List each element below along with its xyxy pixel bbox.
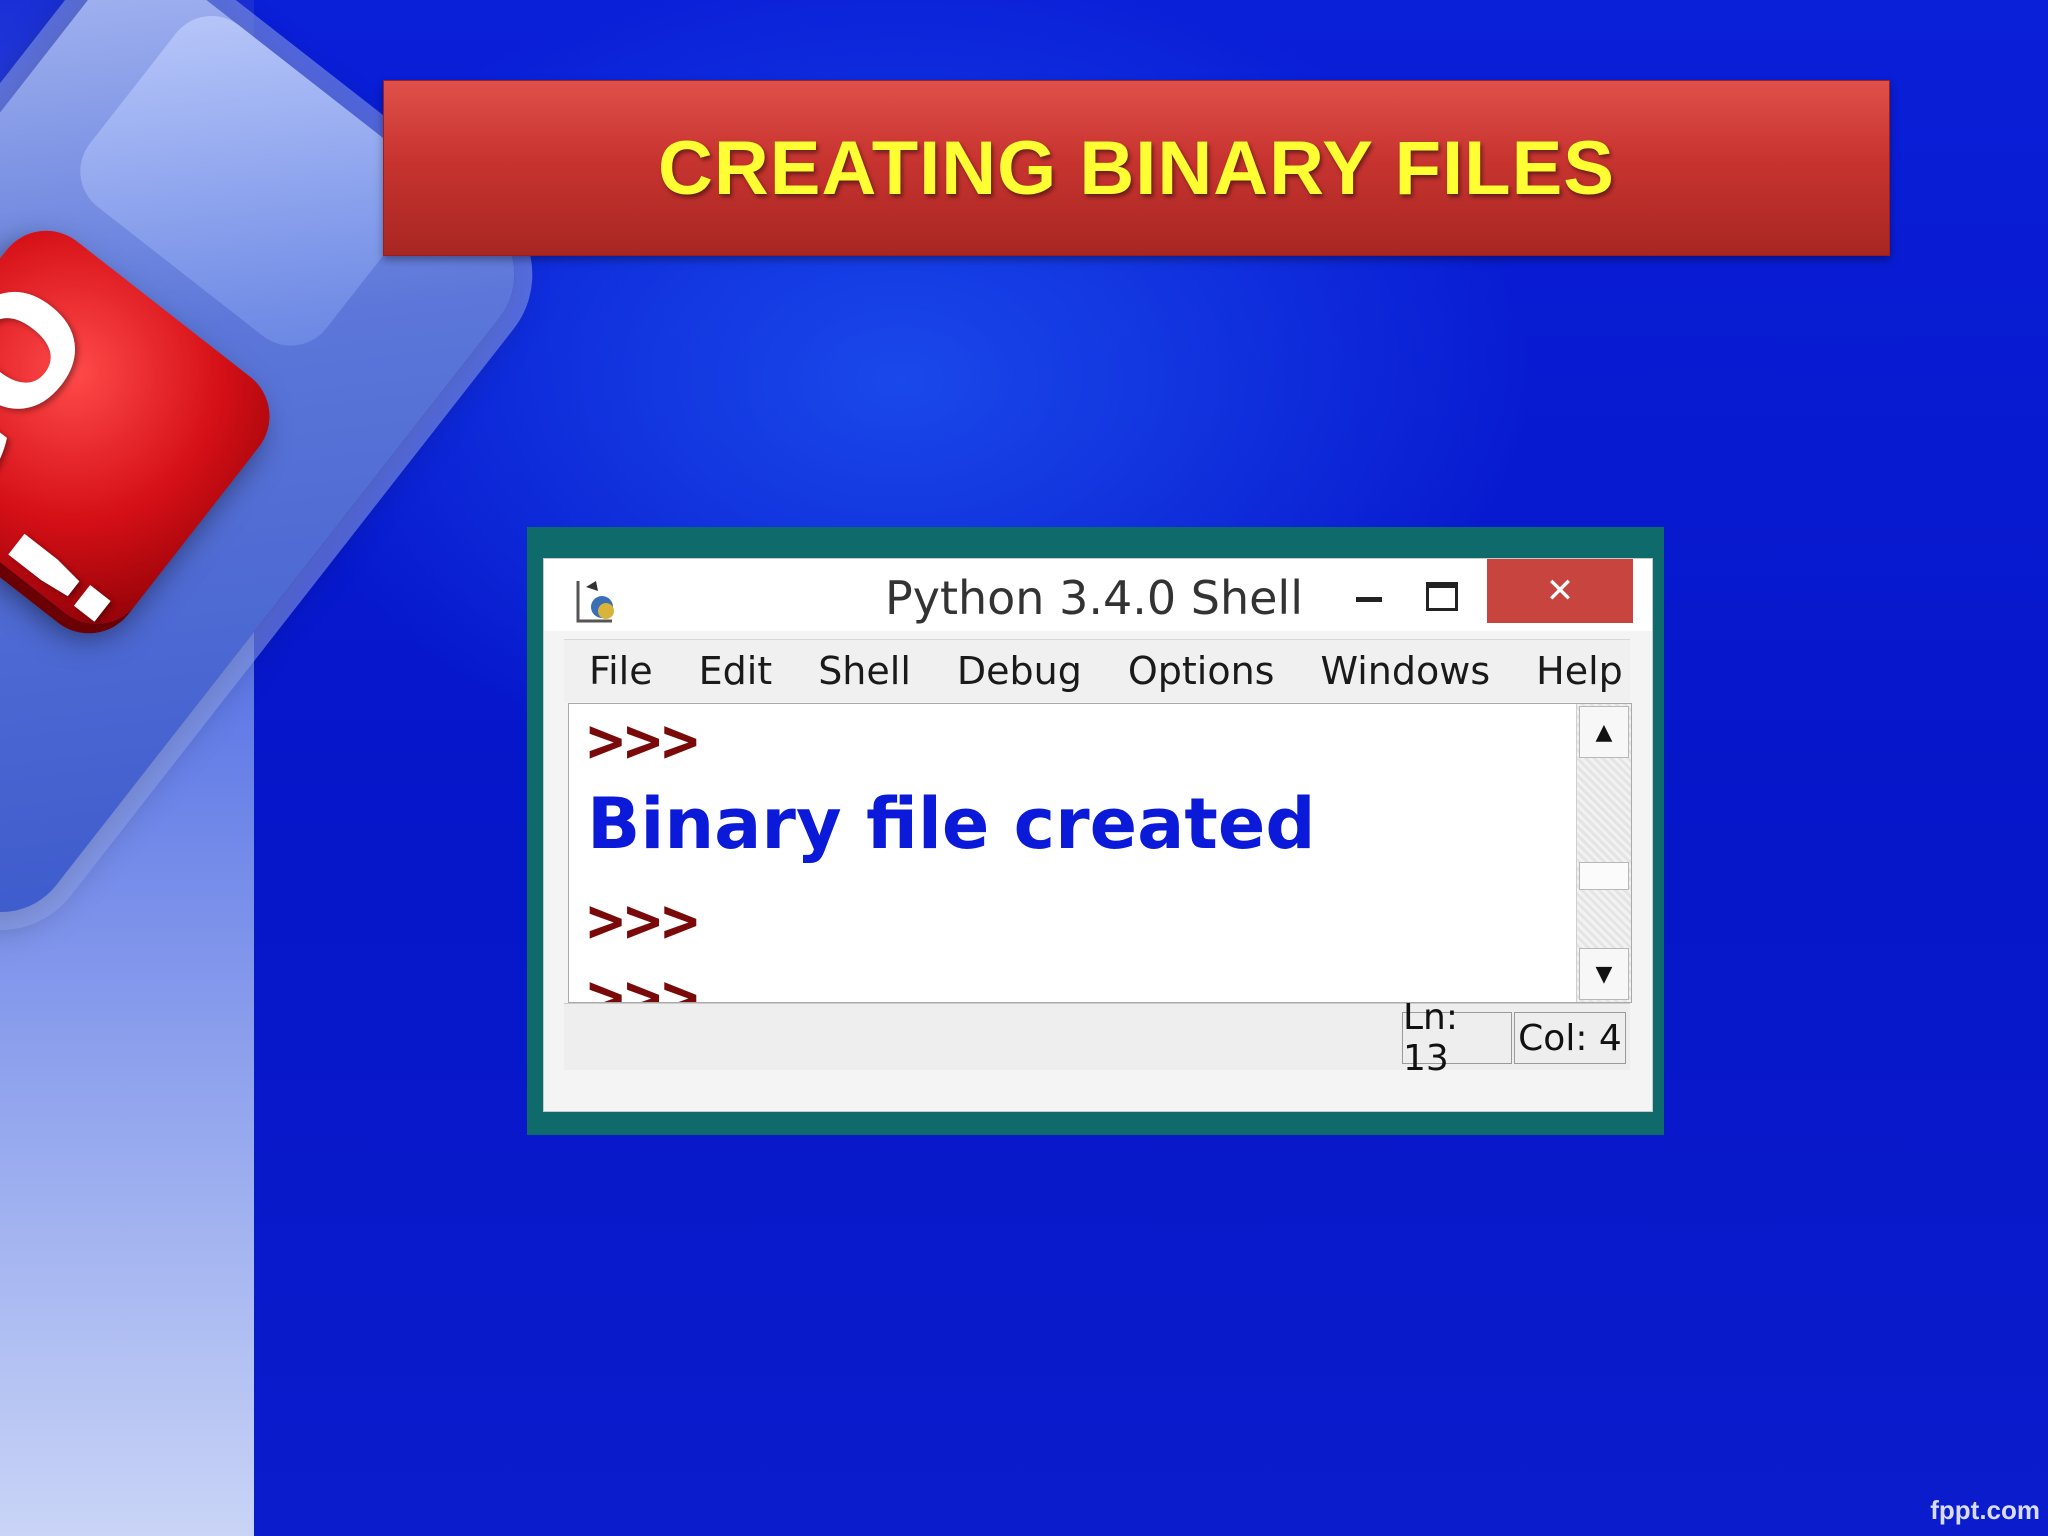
slide-title: CREATING BINARY FILES (658, 125, 1615, 211)
menu-edit[interactable]: Edit (699, 649, 773, 693)
arrow-down-icon: ▼ (1595, 961, 1613, 987)
menu-bar: File Edit Shell Debug Options Windows He… (564, 639, 1630, 702)
shell-screenshot-frame: Python 3.4.0 Shell ✕ File Edit Shell Deb… (527, 527, 1664, 1135)
scroll-down-button[interactable]: ▼ (1579, 948, 1629, 1000)
status-line-number: Ln: 13 (1402, 997, 1512, 1079)
menu-windows[interactable]: Windows (1320, 649, 1490, 693)
status-bar: Ln: 13 Col: 4 (564, 997, 1630, 1079)
menu-help[interactable]: Help (1536, 649, 1623, 693)
arrow-up-icon: ▲ (1595, 719, 1613, 745)
shell-prompt: >>> (587, 884, 699, 957)
shell-text-area[interactable]: >>> Binary file created >>> >>> ▲ ▼ (568, 703, 1632, 1003)
python-shell-window: Python 3.4.0 Shell ✕ File Edit Shell Deb… (543, 558, 1653, 1112)
shell-output-line: Binary file created (587, 783, 1316, 865)
status-column-number: Col: 4 (1514, 1012, 1626, 1064)
menu-file[interactable]: File (589, 649, 653, 693)
minimize-button[interactable] (1334, 565, 1394, 621)
python-idle-icon (576, 581, 614, 623)
maximize-button[interactable] (1410, 565, 1470, 621)
scroll-thumb[interactable] (1579, 862, 1629, 890)
close-button[interactable]: ✕ (1487, 559, 1633, 623)
menu-debug[interactable]: Debug (957, 649, 1082, 693)
scroll-up-button[interactable]: ▲ (1579, 706, 1629, 758)
watermark: fppt.com (1930, 1495, 2040, 1525)
close-icon: ✕ (1545, 571, 1575, 611)
shell-prompt: >>> (587, 704, 699, 777)
menu-options[interactable]: Options (1128, 649, 1275, 693)
menu-shell[interactable]: Shell (818, 649, 911, 693)
shell-prompt: >>> (587, 960, 699, 1003)
window-title: Python 3.4.0 Shell (885, 571, 1303, 625)
vertical-scrollbar[interactable]: ▲ ▼ (1576, 704, 1631, 1002)
title-banner: CREATING BINARY FILES (383, 80, 1890, 256)
window-titlebar[interactable]: Python 3.4.0 Shell ✕ (544, 559, 1652, 631)
